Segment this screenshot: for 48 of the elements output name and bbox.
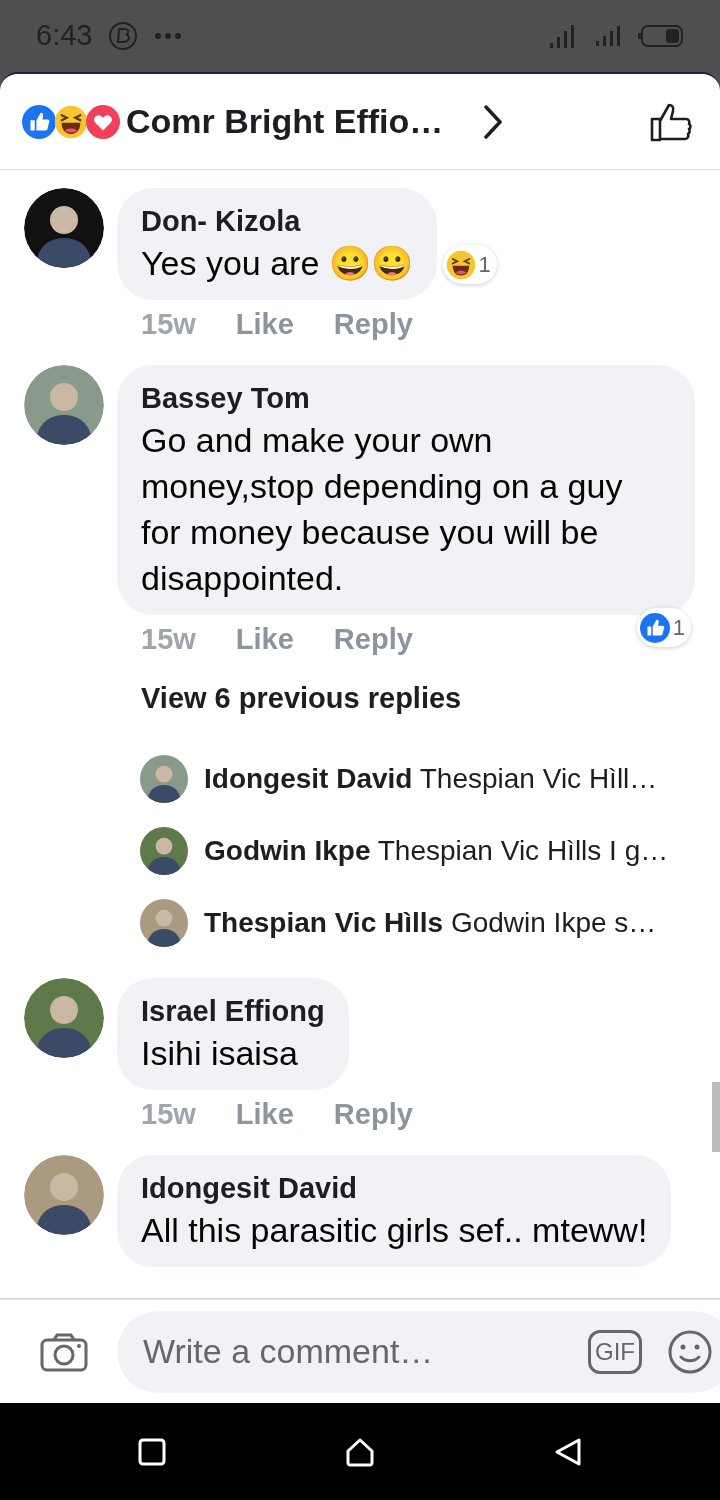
heart-reaction-icon <box>86 104 120 139</box>
signal-icon <box>594 25 622 47</box>
view-replies-link[interactable]: View 6 previous replies <box>141 677 720 721</box>
camera-icon[interactable] <box>40 1331 88 1372</box>
comment-text: Isihi isaisa <box>141 1032 298 1074</box>
reply-link[interactable]: Reply <box>333 621 413 657</box>
comment-text: Yes you are 😀😀 <box>141 243 413 284</box>
gif-button[interactable]: GIF <box>588 1329 642 1374</box>
like-link[interactable]: Like <box>235 621 294 657</box>
comment-text: Go and make your own money,stop depending on a guy for money because you will be disappointed. <box>141 420 624 599</box>
like-link[interactable]: Like <box>235 306 294 342</box>
reply-preview[interactable]: Thespian Vic Hìlls Godwin Ikpe s… <box>204 901 657 944</box>
more-dots-icon <box>154 32 183 40</box>
reaction-summary[interactable]: 1 <box>442 245 497 284</box>
laughing-face-icon <box>54 104 88 139</box>
b-circle-icon <box>108 21 139 51</box>
comment-time: 15w <box>141 622 196 657</box>
smiley-icon[interactable] <box>668 1329 712 1374</box>
back-icon[interactable] <box>554 1436 583 1467</box>
comment-author[interactable]: Bassey Tom <box>141 379 671 417</box>
comment-author[interactable]: Don- Kizola <box>141 202 413 240</box>
recents-icon[interactable] <box>137 1437 166 1466</box>
like-reaction-icon <box>22 104 56 139</box>
reaction-count: 1 <box>478 251 491 279</box>
reaction-summary[interactable]: 1 <box>636 608 691 647</box>
post-title[interactable]: Comr Bright Effio… <box>126 96 444 147</box>
thumbs-up-icon[interactable] <box>650 101 692 142</box>
comment-field[interactable]: Write a comment… GIF <box>117 1310 720 1393</box>
avatar <box>140 898 188 947</box>
reply-link[interactable]: Reply <box>333 306 413 342</box>
comment-author[interactable]: Idongesit David <box>141 1168 648 1207</box>
like-reaction-icon <box>639 612 670 643</box>
home-icon[interactable] <box>345 1436 375 1467</box>
battery-icon <box>638 25 684 47</box>
reply-link[interactable]: Reply <box>333 1095 413 1132</box>
avatar <box>140 754 188 803</box>
scrollbar-thumb[interactable] <box>712 1082 720 1152</box>
comment-author[interactable]: Israel Effiong <box>141 991 325 1030</box>
avatar <box>140 826 188 875</box>
like-link[interactable]: Like <box>235 1095 294 1132</box>
laughing-face-icon <box>445 249 476 280</box>
reaction-count: 1 <box>672 614 685 642</box>
comment-time: 15w <box>141 307 196 342</box>
comment-time: 15w <box>141 1096 196 1132</box>
reply-preview[interactable]: Idongesit David Thespian Vic Hìll… <box>204 757 658 800</box>
chevron-right-icon[interactable] <box>483 104 504 139</box>
comment-text: All this parasitic girls sef.. mteww! <box>141 1209 648 1251</box>
reply-preview[interactable]: Godwin Ikpe Thespian Vic Hìlls I g… <box>204 829 669 872</box>
